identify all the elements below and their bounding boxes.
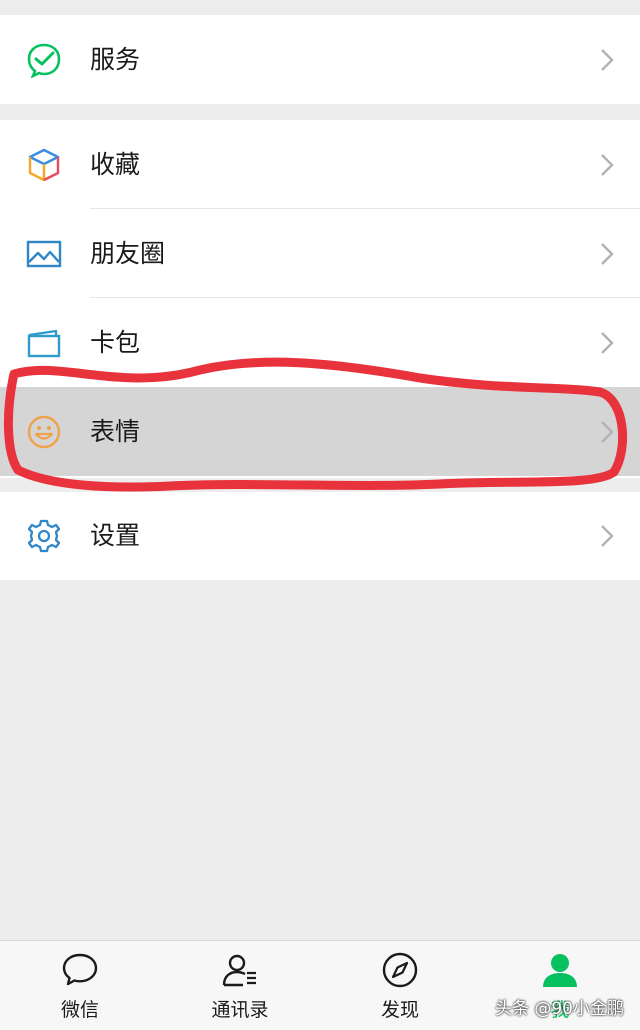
menu-item-settings-label: 设置 — [90, 521, 141, 550]
person-icon — [543, 954, 577, 987]
tab-contacts-label: 通讯录 — [211, 999, 269, 1021]
chevron-right-icon — [601, 49, 614, 71]
moments-image-icon — [26, 240, 62, 268]
chevron-right-icon — [601, 243, 614, 265]
favorites-cube-icon — [28, 148, 60, 182]
chevron-right-icon — [601, 154, 614, 176]
contacts-icon — [222, 954, 256, 987]
main-group: 收藏 朋友圈 卡包 表情 — [0, 120, 640, 478]
services-icon — [27, 43, 61, 78]
menu-item-moments-label: 朋友圈 — [90, 239, 166, 268]
settings-group: 设置 — [0, 492, 640, 580]
tab-discover-label: 发现 — [380, 999, 419, 1021]
services-group: 服务 — [0, 15, 640, 104]
menu-item-cards[interactable]: 卡包 — [0, 298, 640, 387]
menu-item-stickers[interactable]: 表情 — [0, 387, 640, 476]
menu-item-services-label: 服务 — [90, 45, 141, 74]
menu-item-settings[interactable]: 设置 — [0, 492, 640, 580]
tab-chats[interactable]: 微信 — [0, 941, 160, 1030]
menu-item-moments[interactable]: 朋友圈 — [0, 209, 640, 298]
chevron-right-icon — [601, 421, 614, 443]
smiley-icon — [27, 415, 61, 449]
menu-item-favorites[interactable]: 收藏 — [0, 120, 640, 209]
menu-item-stickers-label: 表情 — [90, 417, 141, 446]
gear-icon — [27, 519, 61, 553]
chevron-right-icon — [601, 525, 614, 547]
menu-item-cards-label: 卡包 — [90, 328, 141, 357]
chat-bubble-icon — [62, 953, 98, 986]
menu-item-services[interactable]: 服务 — [0, 15, 640, 104]
tab-discover[interactable]: 发现 — [320, 941, 480, 1030]
watermark: 头条 @90小金鹏 — [494, 999, 624, 1019]
card-wallet-icon — [27, 329, 61, 358]
tab-contacts[interactable]: 通讯录 — [160, 941, 320, 1030]
tab-chats-label: 微信 — [60, 999, 99, 1021]
compass-icon — [382, 952, 418, 988]
menu-item-favorites-label: 收藏 — [90, 150, 141, 179]
chevron-right-icon — [601, 332, 614, 354]
